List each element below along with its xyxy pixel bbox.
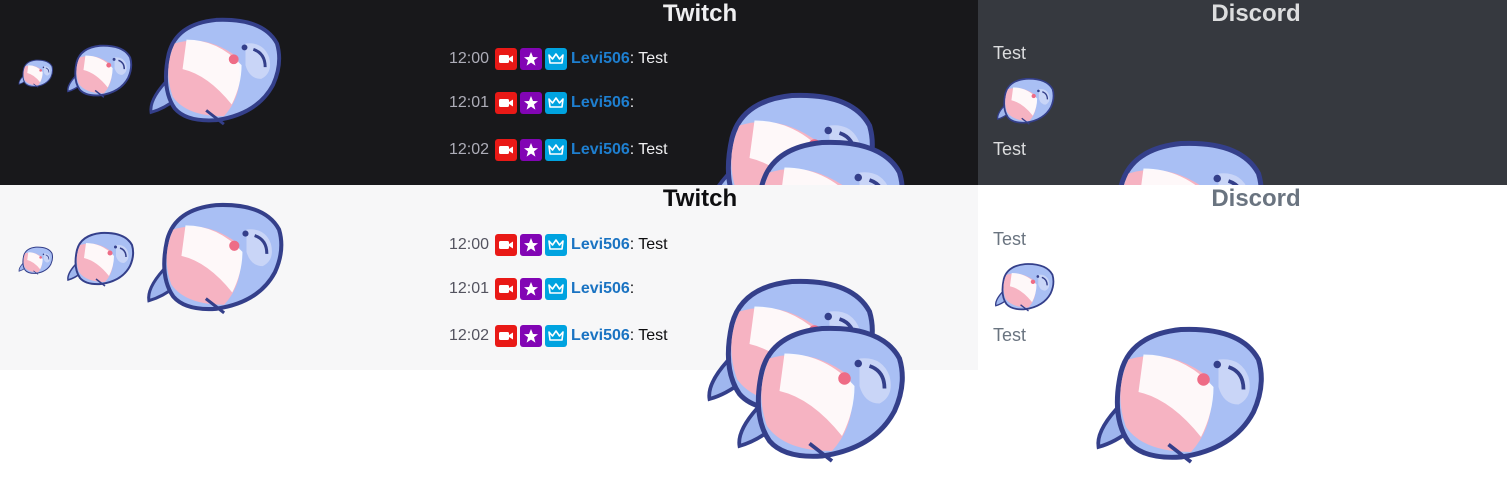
star-badge-icon[interactable] [520,234,543,256]
message-text: Test [638,141,668,158]
timestamp: 12:00 [449,50,490,67]
discord-message: Test [993,322,1059,348]
crown-badge-icon[interactable] [545,325,568,347]
discord-message: Test [993,229,1027,249]
separator: : [629,236,635,253]
shark-emote-icon [994,261,1056,315]
shark-emote-icon [1031,322,1059,348]
chat-message: 12:02 Levi506 : Test [449,135,706,165]
message-text: Test [638,236,668,253]
timestamp: 12:00 [449,236,490,253]
timestamp: 12:02 [449,141,490,158]
timestamp: 12:01 [449,94,490,111]
dark-theme-row: Twitch 12:00 Levi506 : Test 12:01 Levi50… [0,0,1507,185]
username[interactable]: Levi506 [571,50,630,68]
star-badge-icon[interactable] [520,139,543,161]
chat-message: 12:02 Levi506 : Test [449,321,706,351]
discord-message: Test [993,43,1027,63]
twitch-title: Twitch [662,0,738,27]
twitch-dark-panel: Twitch 12:00 Levi506 : Test 12:01 Levi50… [0,0,978,185]
username[interactable]: Levi506 [571,280,630,298]
shark-emote-icon [146,14,286,132]
shark-emote-icon [642,88,676,118]
chat-message: 12:00 Levi506 : Test [449,230,668,260]
separator: : [629,141,635,158]
discord-message-text: Test [993,324,1027,345]
camera-badge-icon[interactable] [495,278,518,300]
camera-badge-icon[interactable] [495,92,518,114]
crown-badge-icon[interactable] [545,234,568,256]
discord-dark-panel: Discord Test Test [978,0,1507,185]
twitch-title: Twitch [662,185,738,212]
shark-emote-icon [996,76,1056,128]
chat-message: 12:01 Levi506 : [449,274,676,304]
camera-badge-icon[interactable] [495,139,518,161]
username[interactable]: Levi506 [571,94,630,112]
separator: : [629,94,635,111]
discord-light-panel: Discord Test Test [978,185,1507,370]
star-badge-icon[interactable] [520,92,543,114]
discord-title: Discord [1211,185,1301,212]
shark-emote-icon [642,274,676,304]
camera-badge-icon[interactable] [495,48,518,70]
chat-message: 12:01 Levi506 : [449,88,676,118]
separator: : [629,50,635,67]
crown-badge-icon[interactable] [545,92,568,114]
timestamp: 12:01 [449,280,490,297]
shark-emote-icon [144,199,288,321]
star-badge-icon[interactable] [520,325,543,347]
crown-badge-icon[interactable] [545,48,568,70]
shark-emote-icon [18,58,54,90]
shark-emote-icon [66,229,136,291]
star-badge-icon[interactable] [520,278,543,300]
username[interactable]: Levi506 [571,141,630,159]
discord-message-text: Test [993,138,1027,159]
crown-badge-icon[interactable] [545,278,568,300]
shark-emote-icon [672,135,706,165]
message-text: Test [638,327,668,344]
shark-emote-icon [672,321,706,351]
shark-emote-icon [66,42,134,102]
light-theme-row: Twitch 12:00 Levi506 : Test 12:01 Levi50… [0,185,1507,370]
message-text: Test [638,50,668,67]
shark-emote-icon [18,245,54,277]
shark-emote-icon [1031,136,1059,162]
camera-badge-icon[interactable] [495,325,518,347]
username[interactable]: Levi506 [571,327,630,345]
username[interactable]: Levi506 [571,236,630,254]
star-badge-icon[interactable] [520,48,543,70]
crown-badge-icon[interactable] [545,139,568,161]
separator: : [629,327,635,344]
discord-message: Test [993,136,1059,162]
twitch-light-panel: Twitch 12:00 Levi506 : Test 12:01 Levi50… [0,185,978,370]
camera-badge-icon[interactable] [495,234,518,256]
chat-message: 12:00 Levi506 : Test [449,44,668,74]
discord-title: Discord [1211,0,1301,27]
separator: : [629,280,635,297]
timestamp: 12:02 [449,327,490,344]
